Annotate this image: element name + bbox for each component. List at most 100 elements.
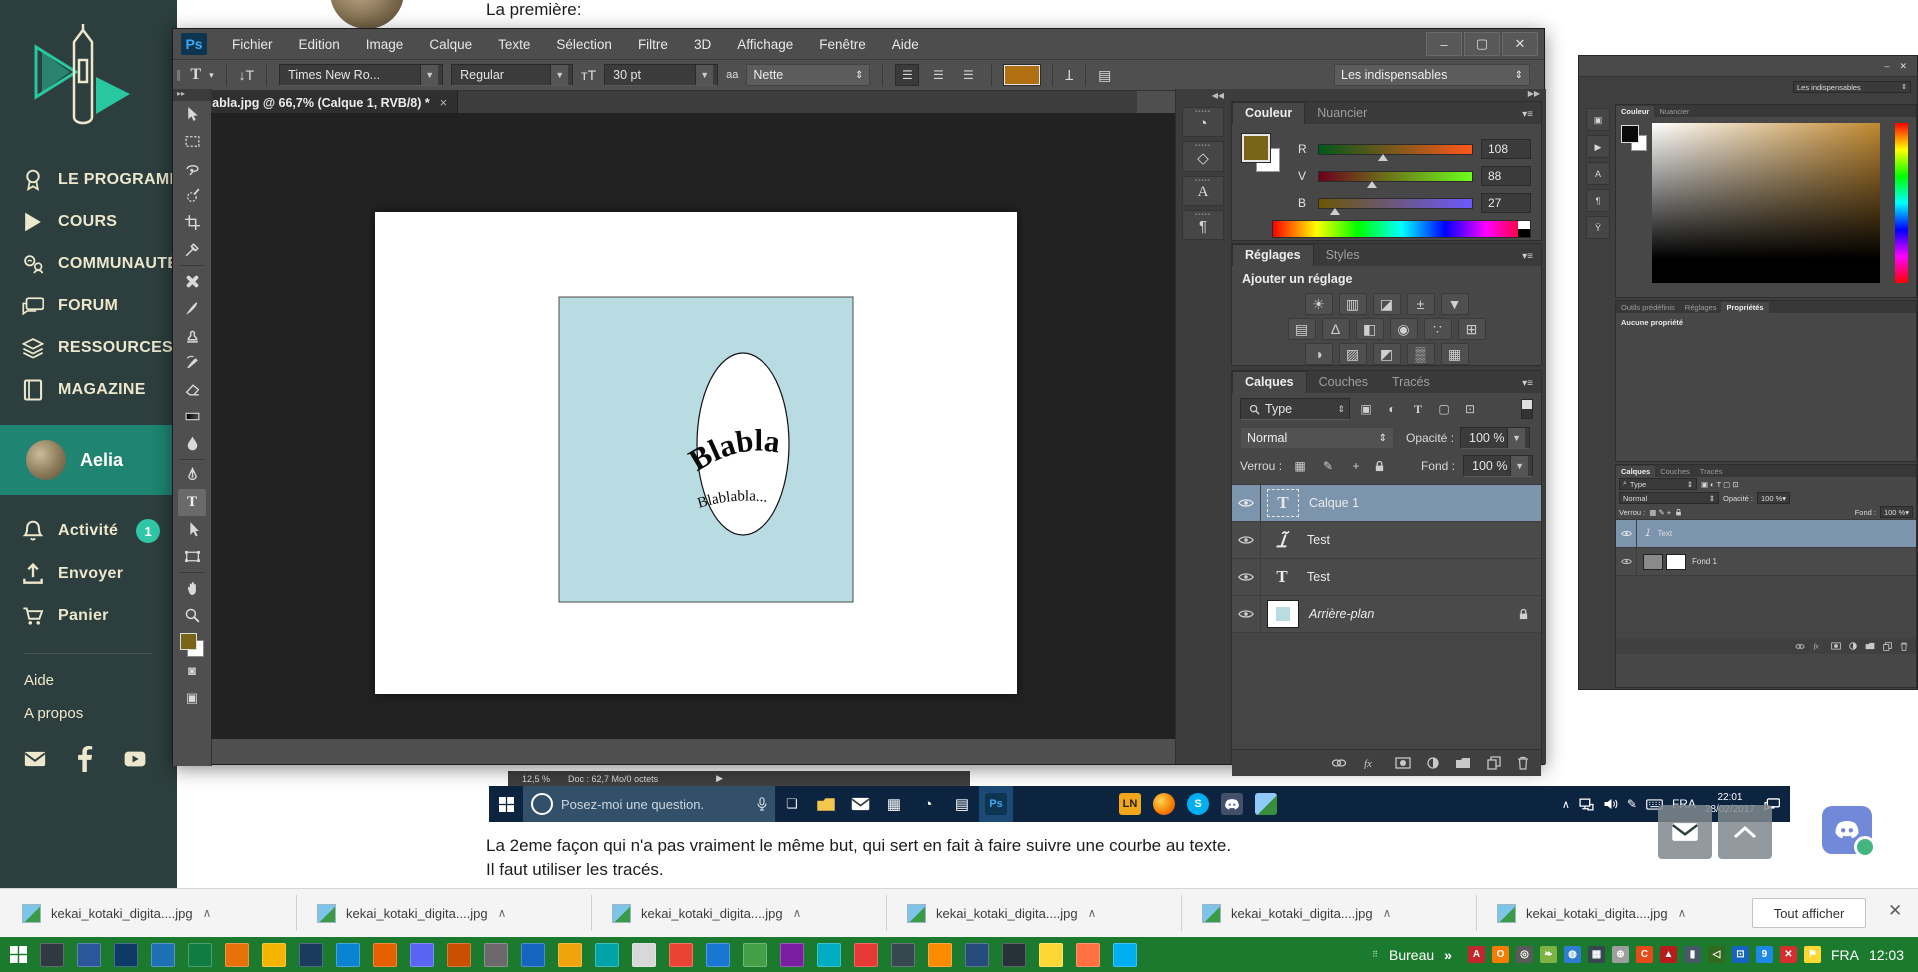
layer-row-background[interactable]: Arrière-plan xyxy=(1232,596,1541,633)
close-icon[interactable]: ✕ xyxy=(1502,32,1538,56)
taskbar-app-icon[interactable] xyxy=(743,943,767,967)
menu-image[interactable]: Image xyxy=(353,37,417,52)
mini-color-picker-field[interactable] xyxy=(1652,123,1880,283)
taskbar-app-icon[interactable] xyxy=(706,943,730,967)
filter-shape-layers-icon[interactable]: ▢ xyxy=(1434,402,1454,416)
explorer-icon[interactable] xyxy=(809,786,843,822)
mini-tab-reglages[interactable]: Réglages xyxy=(1680,302,1722,313)
tab-traces[interactable]: Tracés xyxy=(1380,372,1442,393)
minimize-icon[interactable]: – xyxy=(1426,32,1462,56)
mail-icon[interactable] xyxy=(843,786,877,822)
photos-icon[interactable] xyxy=(1249,786,1283,822)
cortana-search-field[interactable]: Posez-moi une question. xyxy=(523,786,775,822)
color-spectrum-bar[interactable] xyxy=(1272,220,1531,238)
mic-icon[interactable] xyxy=(757,797,767,811)
vibrance-adjustment-icon[interactable]: ▼ xyxy=(1441,293,1469,315)
blur-tool[interactable] xyxy=(178,430,206,457)
tab-couches[interactable]: Couches xyxy=(1307,372,1380,393)
scroll-top-button[interactable] xyxy=(1718,805,1772,859)
mini-layer-row-text[interactable]: Ʇ̃ Text xyxy=(1616,520,1916,548)
canvas-area[interactable]: Blabla Blablabla... xyxy=(211,113,1175,739)
site-logo[interactable] xyxy=(0,0,177,159)
visibility-eye-icon[interactable] xyxy=(1232,559,1261,595)
discord-icon[interactable] xyxy=(1215,786,1249,822)
taskbar-app-icon[interactable] xyxy=(854,943,878,967)
filter-adjustment-layers-icon[interactable]: ◐ xyxy=(1382,402,1402,416)
sidebar-item-ressources[interactable]: RESSOURCES xyxy=(0,327,177,369)
color-lookup-adjustment-icon[interactable]: ⊞ xyxy=(1458,318,1486,340)
menu-edition[interactable]: Edition xyxy=(286,37,353,52)
lock-all-icon[interactable] xyxy=(1374,460,1385,473)
link-layers-icon[interactable] xyxy=(1331,758,1347,768)
slider-b[interactable] xyxy=(1318,198,1473,209)
mini-layer-row-fond[interactable]: Fond 1 xyxy=(1616,548,1916,576)
mini-fill[interactable]: 100 % ▾ xyxy=(1880,506,1913,518)
tray-icon[interactable]: A xyxy=(1468,946,1485,963)
taskbar-app-icon[interactable] xyxy=(817,943,841,967)
font-style-select[interactable]: Regular ▼ xyxy=(451,64,573,86)
panel-menu-icon[interactable]: ▾≡ xyxy=(1522,251,1541,266)
history-panel-icon[interactable]: ▪▪▪▪▪◔ xyxy=(1182,107,1224,137)
menu-aide[interactable]: Aide xyxy=(879,37,932,52)
downloads-close-icon[interactable]: ✕ xyxy=(1888,901,1902,921)
brightness-adjustment-icon[interactable]: ☀ xyxy=(1305,293,1333,315)
youtube-icon[interactable] xyxy=(124,746,146,772)
hue-saturation-adjustment-icon[interactable]: ▤ xyxy=(1288,318,1316,340)
filter-toggle-icon[interactable] xyxy=(1521,399,1533,419)
tray-icon[interactable]: ❧ xyxy=(1540,946,1557,963)
tab-couleur[interactable]: Couleur xyxy=(1232,102,1305,124)
layer-row-test[interactable]: T Test xyxy=(1232,559,1541,596)
layer-filter-select[interactable]: Type ⇕ xyxy=(1240,398,1350,420)
color-swatches[interactable] xyxy=(1242,134,1280,172)
eraser-tool[interactable] xyxy=(178,376,206,403)
layer-style-fx-icon[interactable] xyxy=(1363,757,1379,769)
opacity-input[interactable]: 100 % ▼ xyxy=(1460,427,1530,449)
tray-icon[interactable]: 9 xyxy=(1756,946,1773,963)
visibility-eye-icon[interactable] xyxy=(1616,520,1637,547)
tray-icon[interactable]: ⚑ xyxy=(1804,946,1821,963)
blend-mode-select[interactable]: Normal ⇕ xyxy=(1240,427,1394,449)
new-group-icon[interactable] xyxy=(1455,757,1471,769)
tab-close-icon[interactable]: × xyxy=(440,96,447,110)
visibility-eye-icon[interactable] xyxy=(1616,548,1637,575)
channel-mixer-adjustment-icon[interactable]: ∵ xyxy=(1424,318,1452,340)
volume-icon[interactable] xyxy=(1603,798,1618,810)
tool-preset-caret-icon[interactable]: ▾ xyxy=(209,70,214,81)
network-icon[interactable] xyxy=(1579,798,1594,811)
menu-fichier[interactable]: Fichier xyxy=(219,37,286,52)
download-caret-icon[interactable]: ∧ xyxy=(1678,906,1687,920)
taskbar-app-icon[interactable] xyxy=(225,943,249,967)
mini-opacity[interactable]: 100 % ▾ xyxy=(1757,492,1790,504)
tray-icon[interactable]: ▮ xyxy=(1684,946,1701,963)
filter-type-layers-icon[interactable]: T xyxy=(1408,402,1428,417)
sidebar-link-aide[interactable]: Aide xyxy=(0,664,177,697)
sidebar-user[interactable]: Aelia xyxy=(0,425,177,495)
tray-icon[interactable]: C xyxy=(1636,946,1653,963)
discord-widget-button[interactable] xyxy=(1822,806,1872,854)
taskbar-app-icon[interactable] xyxy=(262,943,286,967)
contact-mail-button[interactable] xyxy=(1658,805,1712,859)
photoshop-taskbar-icon[interactable]: Ps xyxy=(979,786,1013,822)
tab-calques[interactable]: Calques xyxy=(1232,371,1307,393)
download-caret-icon[interactable]: ∧ xyxy=(793,906,802,920)
mini-panel-icon[interactable]: Ÿ xyxy=(1586,216,1610,239)
quick-selection-tool[interactable] xyxy=(178,182,206,209)
mini-panel-icon[interactable]: ¶ xyxy=(1586,189,1610,212)
collapse-icon[interactable]: ▶▶ xyxy=(1528,89,1540,98)
visibility-eye-icon[interactable] xyxy=(1232,596,1261,632)
align-left-button[interactable]: ☰ xyxy=(895,64,919,86)
mini-minimize-icon[interactable]: – xyxy=(1884,61,1889,71)
download-item[interactable]: kekai_kotaki_digita....jpg ∧ xyxy=(305,897,518,929)
pen-tool[interactable] xyxy=(178,462,206,489)
taskbar-app-icon[interactable] xyxy=(299,943,323,967)
add-mask-icon[interactable] xyxy=(1831,642,1841,650)
lasso-tool[interactable] xyxy=(178,155,206,182)
taskbar-app-icon[interactable] xyxy=(484,943,508,967)
tray-icon[interactable]: ✕ xyxy=(1780,946,1797,963)
email-icon[interactable] xyxy=(24,746,46,772)
menu-filtre[interactable]: Filtre xyxy=(625,37,681,52)
sidebar-item-panier[interactable]: Panier xyxy=(0,595,177,637)
sidebar-item-activite[interactable]: Activité 1 xyxy=(0,509,177,553)
download-caret-icon[interactable]: ∧ xyxy=(203,906,212,920)
sidebar-item-magazine[interactable]: MAGAZINE xyxy=(0,369,177,411)
